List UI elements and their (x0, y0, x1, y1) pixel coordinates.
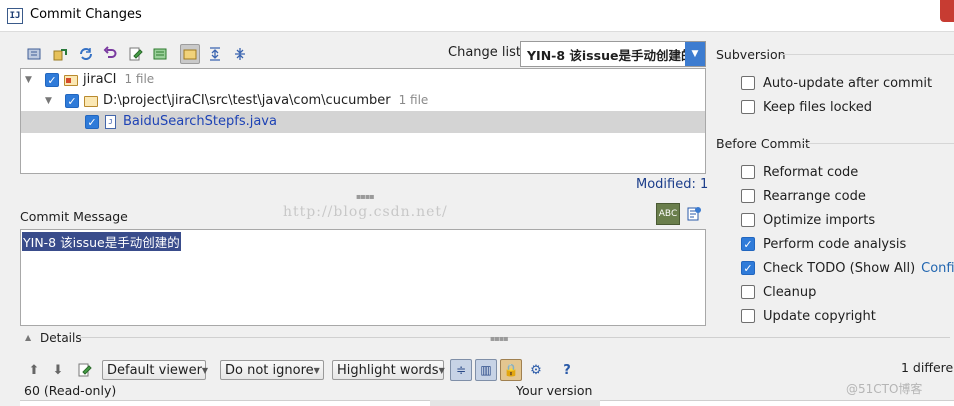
tree-node-label: BaiduSearchStepfs.java (123, 114, 277, 129)
module-checkbox[interactable]: ✓ (45, 73, 59, 87)
details-divider (80, 337, 950, 338)
section-divider (800, 143, 954, 144)
check-todo-option[interactable]: ✓ Check TODO (Show All) Configu (741, 258, 954, 278)
tree-node-module[interactable]: ▼ ✓ jiraCI 1 file (21, 69, 705, 91)
rearrange-code-option[interactable]: Rearrange code (741, 186, 866, 206)
refresh-icon[interactable] (76, 44, 96, 64)
configure-todo-link[interactable]: Configu (921, 261, 954, 276)
highlight-select[interactable]: Highlight words ▼ (332, 360, 445, 380)
message-history-icon[interactable] (685, 205, 703, 223)
folder-icon (84, 96, 98, 107)
java-file-icon: J (105, 115, 116, 129)
help-icon[interactable]: ? (558, 360, 576, 380)
viewer-select[interactable]: Default viewer ▼ (102, 360, 209, 380)
check-todo-checkbox[interactable]: ✓ (741, 261, 755, 275)
move-icon[interactable] (50, 44, 70, 64)
gear-icon[interactable]: ⚙ (527, 360, 545, 380)
cleanup-option[interactable]: Cleanup (741, 282, 816, 302)
commit-message-text: YIN-8 该issue是手动创建的 (22, 232, 181, 251)
side-by-side-icon[interactable]: ▥ (475, 359, 497, 381)
keep-locked-option[interactable]: Keep files locked (741, 97, 872, 117)
changed-files-tree[interactable]: ▼ ✓ jiraCI 1 file ▼ ✓ D:\project\jiraCI\s… (20, 68, 706, 174)
module-folder-icon (64, 75, 78, 86)
title-bar (0, 0, 954, 32)
keep-locked-checkbox[interactable] (741, 100, 755, 114)
optimize-imports-option[interactable]: Optimize imports (741, 210, 875, 230)
ignore-whitespace-select[interactable]: Do not ignore ▼ (220, 360, 324, 380)
tree-node-label: D:\project\jiraCI\src\test\java\com\cucu… (103, 93, 429, 108)
window-title: Commit Changes (30, 7, 142, 22)
splitter-grip[interactable]: ▪▪▪▪ (356, 192, 375, 201)
arrow-down-icon[interactable]: ⬇ (50, 360, 66, 380)
commit-message-input[interactable]: YIN-8 该issue是手动创建的 (20, 229, 706, 326)
optimize-imports-checkbox[interactable] (741, 213, 755, 227)
cleanup-checkbox[interactable] (741, 285, 755, 299)
update-copyright-checkbox[interactable] (741, 309, 755, 323)
tree-node-label: jiraCI 1 file (83, 72, 155, 87)
diff-divider (430, 400, 600, 406)
right-pane-title: Your version (516, 383, 593, 398)
auto-update-checkbox[interactable] (741, 76, 755, 90)
reformat-code-checkbox[interactable] (741, 165, 755, 179)
diff-icon[interactable] (24, 44, 44, 64)
collapse-arrow-icon[interactable]: ▼ (45, 96, 52, 106)
details-toggle[interactable]: Details (40, 331, 82, 345)
edit-source-icon[interactable] (76, 360, 94, 380)
chevron-down-icon[interactable]: ▼ (685, 42, 705, 66)
collapse-unchanged-icon[interactable]: ≑ (450, 359, 472, 381)
code-analysis-checkbox[interactable]: ✓ (741, 237, 755, 251)
option-label: Perform code analysis (763, 236, 907, 252)
chevron-down-icon: ▼ (201, 365, 209, 375)
modified-count: Modified: 1 (636, 177, 709, 192)
lock-icon[interactable]: 🔒 (500, 359, 522, 381)
tree-node-directory[interactable]: ▼ ✓ D:\project\jiraCI\src\test\java\com\… (21, 90, 705, 112)
option-label: Optimize imports (763, 212, 876, 228)
site-watermark: @51CTO博客 (846, 382, 923, 396)
highlight-value: Highlight words (337, 362, 439, 378)
spellcheck-icon[interactable]: ABC (656, 203, 680, 225)
arrow-up-icon[interactable]: ⬆ (26, 360, 42, 380)
collapse-all-icon[interactable] (230, 44, 250, 64)
differences-count: 1 differer (901, 360, 954, 375)
rearrange-code-checkbox[interactable] (741, 189, 755, 203)
collapse-arrow-icon[interactable]: ▲ (25, 333, 31, 342)
reformat-code-option[interactable]: Reformat code (741, 162, 858, 182)
option-label: Auto-update after commit (763, 75, 933, 91)
directory-checkbox[interactable]: ✓ (65, 94, 79, 108)
window-close-button[interactable] (940, 0, 954, 22)
edit-source-icon[interactable] (126, 44, 146, 64)
auto-update-option[interactable]: Auto-update after commit (741, 73, 932, 93)
before-commit-section-title: Before Commit (716, 136, 810, 151)
option-label: Update copyright (763, 308, 876, 324)
collapse-arrow-icon[interactable]: ▼ (25, 75, 32, 85)
changelist-dropdown[interactable]: YIN-8 该issue是手动创建的 ▼ (520, 41, 706, 67)
group-by-directory-icon[interactable] (180, 44, 200, 64)
watermark-text: http://blog.csdn.net/ (283, 204, 448, 220)
subversion-section-title: Subversion (716, 47, 786, 62)
update-copyright-option[interactable]: Update copyright (741, 306, 876, 326)
option-label: Cleanup (763, 284, 817, 300)
app-logo-icon: IJ (7, 8, 23, 24)
changelist-value: YIN-8 该issue是手动创建的 (527, 47, 685, 63)
chevron-down-icon: ▼ (438, 365, 445, 375)
section-divider (780, 54, 954, 55)
viewer-value: Default viewer (107, 362, 202, 378)
option-label: Reformat code (763, 164, 859, 180)
changelist-label: Change list: (448, 45, 526, 60)
shelve-icon[interactable] (150, 44, 170, 64)
commit-message-label: Commit Message (20, 209, 128, 224)
option-label: Keep files locked (763, 99, 872, 115)
tree-node-file[interactable]: ✓ J BaiduSearchStepfs.java (21, 111, 705, 133)
expand-all-icon[interactable] (205, 44, 225, 64)
left-pane-title: 60 (Read-only) (24, 383, 117, 398)
option-label: Rearrange code (763, 188, 866, 204)
splitter-grip[interactable]: ▪▪▪▪ (490, 334, 509, 343)
code-analysis-option[interactable]: ✓ Perform code analysis (741, 234, 906, 254)
ignore-value: Do not ignore (225, 362, 314, 378)
option-label: Check TODO (Show All) (763, 260, 916, 276)
chevron-down-icon: ▼ (313, 365, 320, 375)
file-checkbox[interactable]: ✓ (85, 115, 99, 129)
revert-icon[interactable] (100, 44, 120, 64)
